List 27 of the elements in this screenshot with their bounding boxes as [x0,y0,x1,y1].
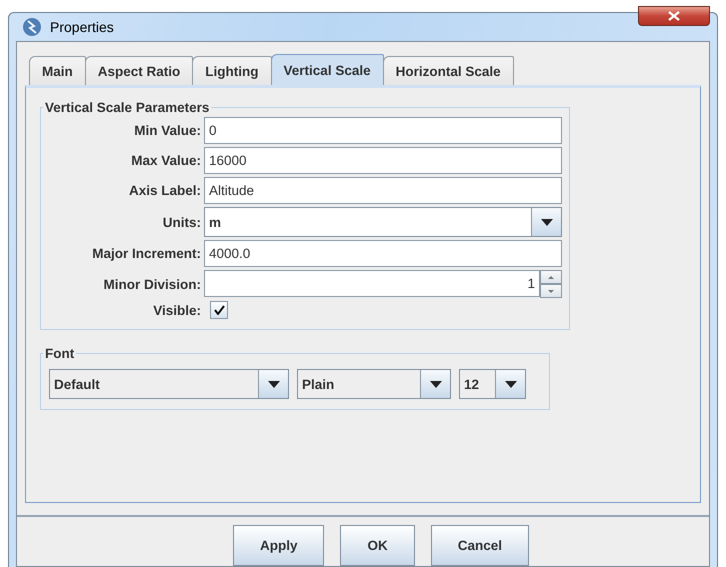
units-dropdown[interactable]: m [204,207,562,237]
tab[interactable]: Horizontal Scale [382,56,514,85]
spinner-field[interactable]: 1 [204,270,540,297]
field-label: Minor Division: [102,276,201,292]
group-title: Vertical Scale Parameters [44,100,210,115]
tab[interactable]: Vertical Scale [270,54,384,85]
text-field[interactable]: Altitude [204,177,562,204]
text-field[interactable]: 16000 [204,147,562,174]
tab[interactable]: Lighting [192,56,272,85]
field-label: Units: [162,214,201,230]
field-label: Visible: [152,302,201,318]
font-family-dropdown[interactable]: Default [49,369,289,399]
window-title: Properties [50,19,115,35]
group-title: Font [44,346,76,361]
tab[interactable]: Aspect Ratio [84,56,194,85]
font-size-dropdown[interactable]: 12 [459,369,526,399]
dialog-button[interactable]: Apply [232,525,324,566]
field-label: Max Value: [130,153,201,168]
tab[interactable]: Main [29,56,86,85]
text-field[interactable]: 4000.0 [204,240,562,267]
text-field[interactable]: 0 [204,117,562,144]
field-label: Major Increment: [91,246,201,261]
dialog-button[interactable]: Cancel [430,525,530,566]
field-label: Axis Label: [128,183,201,198]
field-label: Min Value: [133,123,201,138]
dialog-button[interactable]: OK [340,525,415,566]
font-style-dropdown[interactable]: Plain [297,369,451,399]
